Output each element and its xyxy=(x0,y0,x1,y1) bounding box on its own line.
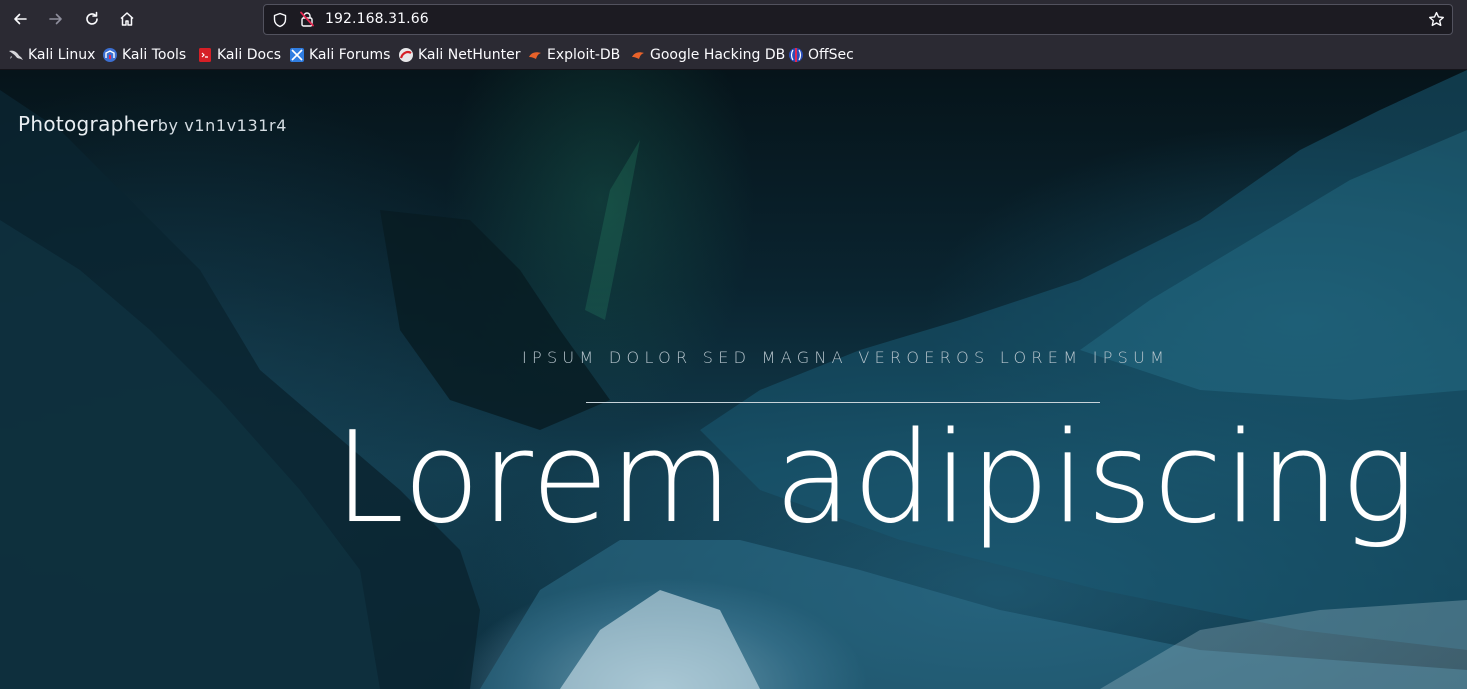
home-icon xyxy=(120,12,134,26)
tracking-protection-shield-icon[interactable] xyxy=(272,12,288,28)
bookmark-label: Google Hacking DB xyxy=(650,46,786,63)
bookmark-offsec[interactable]: OffSec xyxy=(788,45,854,64)
bookmark-label: Kali NetHunter xyxy=(418,46,521,63)
kali-docs-icon xyxy=(197,47,213,63)
bookmark-kali-docs[interactable]: Kali Docs xyxy=(197,45,281,64)
bookmark-label: Kali Tools xyxy=(122,46,187,63)
forward-button[interactable] xyxy=(41,4,71,34)
url-text[interactable]: 192.168.31.66 xyxy=(325,11,429,27)
google-hacking-db-icon xyxy=(630,47,646,63)
bookmarks-toolbar: Kali Linux Kali Tools Kali Docs Kali For… xyxy=(0,39,1467,70)
hero-tagline: IPSUM DOLOR SED MAGNA VEROEROS LOREM IPS… xyxy=(522,348,1170,367)
bookmark-kali-forums[interactable]: Kali Forums xyxy=(289,45,390,64)
kali-nethunter-icon xyxy=(398,47,414,63)
bookmark-label: Kali Docs xyxy=(217,46,282,63)
address-bar[interactable]: 192.168.31.66 xyxy=(263,4,1453,35)
insecure-lock-icon[interactable] xyxy=(299,11,315,27)
bookmark-kali-nethunter[interactable]: Kali NetHunter xyxy=(398,45,520,64)
hero-section: Photographerby v1n1v131r4 IPSUM DOLOR SE… xyxy=(0,70,1467,689)
bookmark-label: Kali Forums xyxy=(309,46,391,63)
brand-name: Photographer xyxy=(18,112,158,136)
background-landscape-image xyxy=(0,70,1467,689)
bookmark-label: Kali Linux xyxy=(28,46,96,63)
bookmark-label: OffSec xyxy=(808,46,854,63)
exploit-db-icon xyxy=(527,47,543,63)
back-button[interactable] xyxy=(5,4,35,34)
kali-forums-icon xyxy=(289,47,305,63)
bookmark-kali-linux[interactable]: Kali Linux xyxy=(8,45,95,64)
reload-button[interactable] xyxy=(77,4,107,34)
back-arrow-icon xyxy=(14,13,27,25)
bookmark-exploit-db[interactable]: Exploit-DB xyxy=(527,45,620,64)
home-button[interactable] xyxy=(112,4,142,34)
hero-divider xyxy=(586,402,1100,403)
site-brand[interactable]: Photographerby v1n1v131r4 xyxy=(18,112,287,136)
reload-icon xyxy=(86,11,98,25)
bookmark-label: Exploit-DB xyxy=(547,46,621,63)
kali-tools-icon xyxy=(102,47,118,63)
forward-arrow-icon xyxy=(49,13,62,25)
offsec-icon xyxy=(788,47,804,63)
bookmark-kali-tools[interactable]: Kali Tools xyxy=(102,45,186,64)
bookmark-google-hacking-db[interactable]: Google Hacking DB xyxy=(630,45,785,64)
kali-dragon-icon xyxy=(8,47,24,63)
hero-headline: Lorem adipiscing xyxy=(334,404,1418,551)
bookmark-star-icon[interactable] xyxy=(1428,11,1445,28)
brand-author: by v1n1v131r4 xyxy=(157,116,287,135)
browser-toolbar: 192.168.31.66 xyxy=(0,0,1467,39)
